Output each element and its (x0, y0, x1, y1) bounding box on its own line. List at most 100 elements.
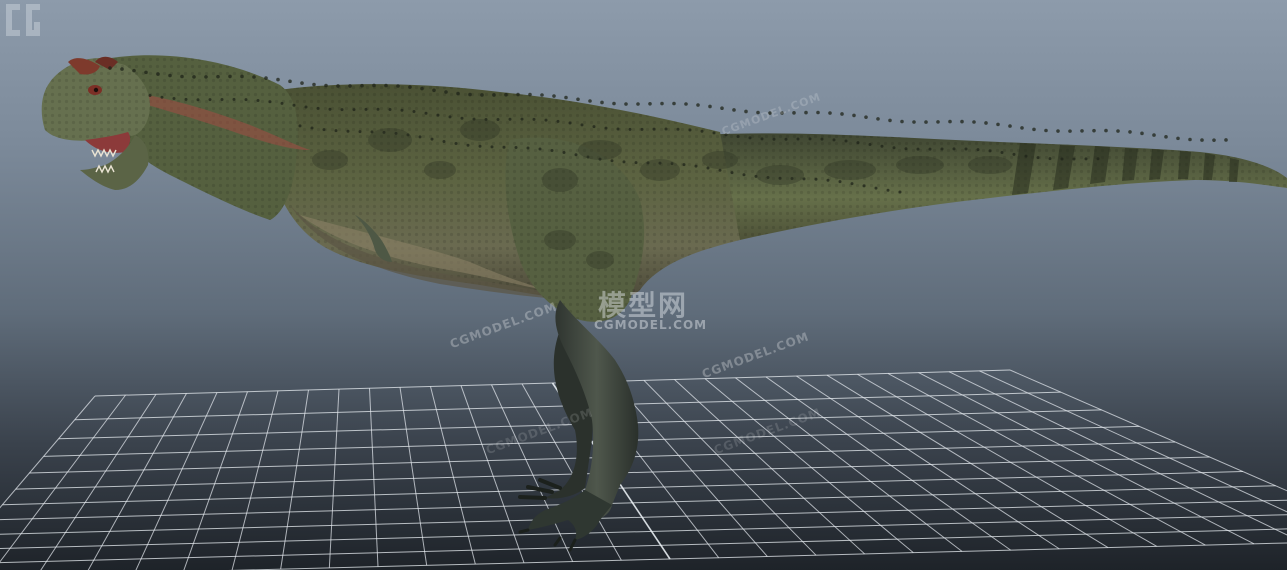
osteoderm-dot (292, 103, 296, 107)
osteoderm-dot (718, 168, 722, 172)
osteoderm-dot (898, 190, 902, 194)
osteoderm-dot (280, 101, 284, 105)
osteoderm-dot (1200, 138, 1204, 142)
osteoderm-dot (816, 110, 820, 115)
osteoderm-dot (148, 93, 152, 97)
osteoderm-dot (736, 134, 740, 138)
osteoderm-dot (768, 111, 772, 115)
osteoderm-dot (468, 92, 472, 97)
osteoderm-dot (874, 186, 878, 190)
osteoderm-dot (1056, 129, 1060, 133)
osteoderm-dot (808, 137, 812, 141)
osteoderm-dot (852, 113, 856, 118)
osteoderm-dot (120, 67, 124, 71)
osteoderm-dot (1032, 127, 1036, 132)
dinosaur-model[interactable] (0, 0, 1287, 570)
osteoderm-dot (156, 72, 160, 76)
osteoderm-dot (244, 98, 248, 102)
osteoderm-dot (1048, 157, 1052, 161)
osteoderm-dot (172, 97, 176, 101)
osteoderm-dot (448, 115, 452, 119)
osteoderm-dot (744, 109, 748, 114)
osteoderm-dot (976, 148, 980, 152)
osteoderm-dot (454, 142, 458, 146)
osteoderm-dot (588, 99, 592, 103)
osteoderm-dot (1060, 157, 1064, 161)
osteoderm-dot (348, 84, 352, 88)
osteoderm-dot (264, 76, 268, 80)
osteoderm-dot (700, 129, 704, 133)
osteoderm-dot (304, 105, 308, 109)
osteoderm-dot (576, 97, 580, 102)
osteoderm-dot (888, 118, 892, 123)
osteoderm-dot (600, 100, 604, 105)
osteoderm-dot (1104, 128, 1108, 133)
osteoderm-dot (1080, 129, 1084, 133)
osteoderm-dot (418, 135, 422, 139)
osteoderm-dot (648, 101, 652, 106)
osteoderm-dot (298, 124, 302, 128)
osteoderm-dot (1092, 128, 1096, 133)
osteoderm-dot (220, 97, 224, 101)
osteoderm-dot (490, 145, 494, 149)
osteoderm-dot (876, 117, 880, 121)
osteoderm-dot (364, 107, 368, 111)
maya-viewport[interactable]: 模型网 CGMODEL.COM CGMODEL.COM CGMODEL.COM … (0, 0, 1287, 570)
osteoderm-dot (358, 130, 362, 134)
osteoderm-dot (424, 111, 428, 115)
osteoderm-dot (796, 137, 800, 141)
osteoderm-dot (1164, 135, 1168, 139)
osteoderm-dot (460, 116, 464, 120)
osteoderm-dot (1072, 157, 1076, 161)
osteoderm-dot (832, 138, 836, 142)
osteoderm-dot (1024, 154, 1028, 158)
osteoderm-dot (916, 147, 920, 151)
osteoderm-dot (526, 146, 530, 150)
osteoderm-dot (664, 127, 668, 131)
osteoderm-dot (504, 92, 508, 97)
osteoderm-dot (508, 117, 512, 121)
osteoderm-dot (1188, 137, 1192, 142)
osteoderm-dot (672, 101, 676, 106)
osteoderm-dot (388, 108, 392, 112)
osteoderm-dot (204, 75, 208, 79)
osteoderm-dot (436, 113, 440, 117)
osteoderm-dot (328, 107, 332, 111)
osteoderm-dot (610, 159, 614, 163)
osteoderm-dot (132, 68, 136, 73)
osteoderm-dot (772, 137, 776, 141)
osteoderm-dot (940, 147, 944, 151)
osteoderm-dot (466, 143, 470, 147)
osteoderm-dot (592, 125, 596, 129)
osteoderm-dot (360, 83, 364, 88)
osteoderm-dot (1116, 129, 1120, 133)
osteoderm-dot (604, 126, 608, 130)
osteoderm-dot (838, 180, 842, 184)
osteoderm-dot (352, 108, 356, 112)
osteoderm-dot (780, 111, 784, 115)
osteoderm-dot (532, 117, 536, 121)
osteoderm-dot (730, 171, 734, 175)
osteoderm-dot (634, 161, 638, 165)
osteoderm-dot (544, 118, 548, 122)
osteoderm-dot (856, 141, 860, 145)
osteoderm-dot (886, 188, 890, 192)
osteoderm-dot (514, 146, 518, 150)
osteoderm-dot (628, 127, 632, 131)
osteoderm-dot (1084, 157, 1088, 161)
osteoderm-dot (538, 147, 542, 151)
osteoderm-dot (694, 164, 698, 168)
osteoderm-dot (820, 137, 824, 141)
osteoderm-dot (1000, 150, 1004, 154)
osteoderm-dot (562, 150, 566, 154)
osteoderm-dot (192, 75, 196, 79)
osteoderm-dot (564, 95, 568, 100)
osteoderm-dot (1096, 157, 1100, 161)
osteoderm-dot (988, 149, 992, 153)
osteoderm-dot (748, 136, 752, 140)
osteoderm-dot (756, 110, 760, 115)
osteoderm-dot (550, 148, 554, 152)
osteoderm-dot (696, 103, 700, 107)
osteoderm-dot (430, 137, 434, 141)
osteoderm-dot (568, 121, 572, 125)
